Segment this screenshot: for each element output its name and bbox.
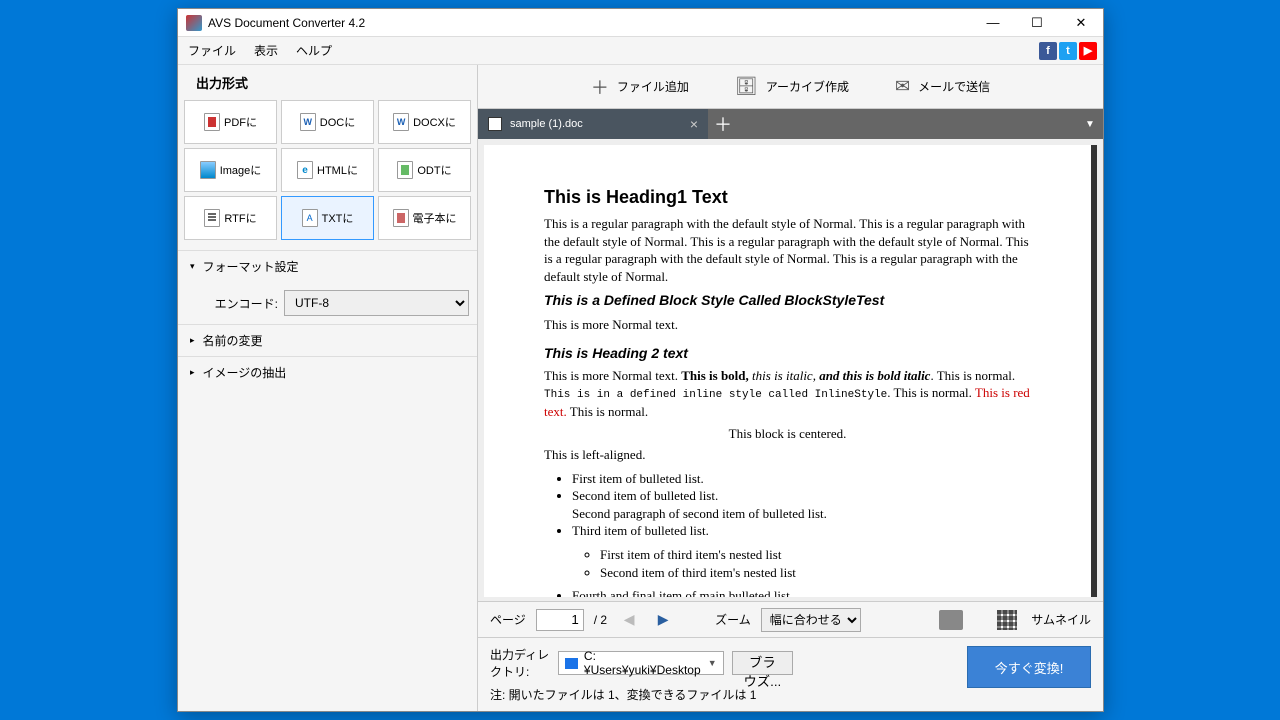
- title-bar: AVS Document Converter 4.2 — ☐ ✕: [178, 9, 1103, 37]
- tab-label: sample (1).doc: [510, 118, 583, 130]
- paragraph: This is a regular paragraph with the def…: [544, 215, 1031, 285]
- thumbnail-label: サムネイル: [1031, 611, 1091, 628]
- sidebar: 出力形式 PDFに DOCに DOCXに Imageに HTMLに ODTに R…: [178, 65, 478, 711]
- chevron-down-icon: ▼: [708, 658, 717, 668]
- monitor-icon: [565, 658, 578, 669]
- menu-bar: ファイル 表示 ヘルプ f t ▶: [178, 37, 1103, 65]
- footer: 出力ディレクトリ: C:¥Users¥yuki¥Desktop ▼ ブラウズ..…: [478, 637, 1103, 711]
- add-file-button[interactable]: ＋ファイル追加: [583, 70, 697, 104]
- window-title: AVS Document Converter 4.2: [208, 16, 971, 30]
- print-icon[interactable]: [939, 610, 963, 630]
- menu-help[interactable]: ヘルプ: [292, 40, 336, 61]
- format-rtf[interactable]: RTFに: [184, 196, 277, 240]
- menu-file[interactable]: ファイル: [184, 40, 240, 61]
- app-icon: [186, 15, 202, 31]
- pdf-icon: [204, 113, 220, 131]
- image-icon: [200, 161, 216, 179]
- format-ebook[interactable]: 電子本に: [378, 196, 471, 240]
- txt-icon: [302, 209, 318, 227]
- menu-view[interactable]: 表示: [250, 40, 282, 61]
- block-style-heading: This is a Defined Block Style Called Blo…: [544, 291, 1031, 310]
- page-label: ページ: [490, 611, 526, 628]
- format-txt[interactable]: TXTに: [281, 196, 374, 240]
- docx-icon: [393, 113, 409, 131]
- status-note: 注: 開いたファイルは 1、変換できるファイルは 1: [490, 686, 793, 703]
- format-settings-header[interactable]: ▾フォーマット設定: [178, 250, 477, 282]
- encode-label: エンコード:: [188, 295, 278, 312]
- zoom-label: ズーム: [715, 611, 751, 628]
- output-dir-label: 出力ディレクトリ:: [490, 646, 550, 680]
- convert-now-button[interactable]: 今すぐ変換!: [967, 646, 1091, 688]
- maximize-button[interactable]: ☐: [1015, 11, 1059, 35]
- next-page-button[interactable]: ▶: [651, 608, 675, 632]
- output-format-header: 出力形式: [178, 65, 477, 100]
- prev-page-button[interactable]: ◀: [617, 608, 641, 632]
- tabs-bar: sample (1).doc × ＋ ▼: [478, 109, 1103, 139]
- chevron-right-icon: ▸: [190, 335, 195, 346]
- output-dir-select[interactable]: C:¥Users¥yuki¥Desktop ▼: [558, 651, 724, 675]
- chevron-down-icon: ▾: [190, 261, 195, 272]
- ebook-icon: [393, 209, 409, 227]
- tab-menu-button[interactable]: ▼: [1077, 109, 1103, 139]
- format-doc[interactable]: DOCに: [281, 100, 374, 144]
- zoom-select[interactable]: 幅に合わせる: [761, 608, 861, 632]
- bulleted-list: First item of bulleted list. Second item…: [572, 470, 1031, 597]
- send-mail-button[interactable]: ✉メールで送信: [887, 72, 998, 101]
- youtube-icon[interactable]: ▶: [1079, 42, 1097, 60]
- format-html[interactable]: HTMLに: [281, 148, 374, 192]
- document-tab[interactable]: sample (1).doc ×: [478, 109, 708, 139]
- twitter-icon[interactable]: t: [1059, 42, 1077, 60]
- extract-header[interactable]: ▸イメージの抽出: [178, 356, 477, 388]
- create-archive-button[interactable]: 🗄アーカイブ作成: [727, 72, 857, 101]
- doc-icon: [300, 113, 316, 131]
- page-total: / 2: [594, 613, 607, 627]
- facebook-icon[interactable]: f: [1039, 42, 1057, 60]
- browse-button[interactable]: ブラウズ...: [732, 651, 793, 675]
- mixed-style-paragraph: This is more Normal text. This is bold, …: [544, 367, 1031, 421]
- mail-icon: ✉: [895, 76, 910, 97]
- heading-1: This is Heading1 Text: [544, 185, 1031, 209]
- thumbnail-icon[interactable]: [997, 610, 1017, 630]
- main-toolbar: ＋ファイル追加 🗄アーカイブ作成 ✉メールで送信: [478, 65, 1103, 109]
- minimize-button[interactable]: —: [971, 11, 1015, 35]
- add-tab-button[interactable]: ＋: [708, 109, 738, 139]
- rename-header[interactable]: ▸名前の変更: [178, 324, 477, 356]
- archive-icon: 🗄: [735, 76, 758, 97]
- format-docx[interactable]: DOCXに: [378, 100, 471, 144]
- chevron-right-icon: ▸: [190, 367, 195, 378]
- encode-select[interactable]: UTF-8: [284, 290, 469, 316]
- close-button[interactable]: ✕: [1059, 11, 1103, 35]
- html-icon: [297, 161, 313, 179]
- doc-icon: [488, 117, 502, 131]
- rtf-icon: [204, 209, 220, 227]
- format-image[interactable]: Imageに: [184, 148, 277, 192]
- format-pdf[interactable]: PDFに: [184, 100, 277, 144]
- document-preview[interactable]: This is Heading1 Text This is a regular …: [484, 145, 1097, 597]
- preview-area: This is Heading1 Text This is a regular …: [478, 139, 1103, 601]
- format-odt[interactable]: ODTに: [378, 148, 471, 192]
- paragraph: This is more Normal text.: [544, 316, 1031, 334]
- odt-icon: [397, 161, 413, 179]
- close-tab-icon[interactable]: ×: [690, 116, 698, 132]
- plus-icon: ＋: [591, 74, 609, 100]
- left-paragraph: This is left-aligned.: [544, 446, 1031, 464]
- centered-paragraph: This block is centered.: [544, 425, 1031, 443]
- preview-toolbar: ページ / 2 ◀ ▶ ズーム 幅に合わせる サムネイル: [478, 601, 1103, 637]
- heading-2: This is Heading 2 text: [544, 344, 1031, 363]
- page-input[interactable]: [536, 609, 584, 631]
